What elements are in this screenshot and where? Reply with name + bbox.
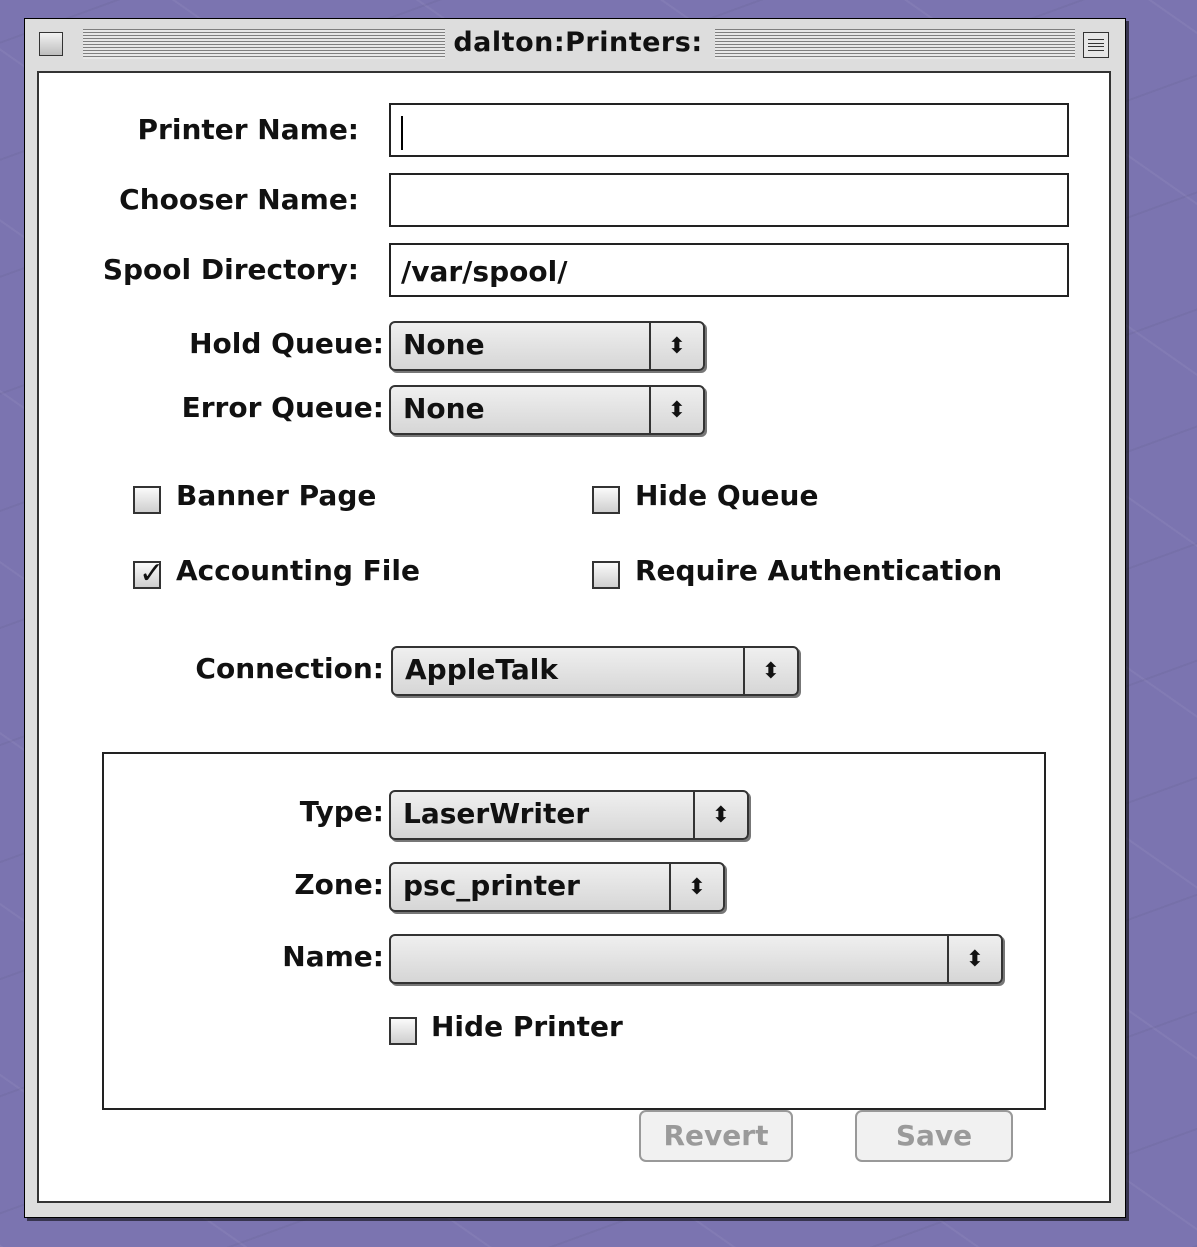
window-content: Printer Name: Chooser Name: Spool Direct… xyxy=(37,71,1111,1203)
appletalk-settings-group: Type: LaserWriter ⬍ Zone: psc_printer ⬍ … xyxy=(102,752,1046,1110)
accounting-file-label[interactable]: Accounting File xyxy=(176,554,420,587)
zone-value: psc_printer xyxy=(403,869,580,902)
hide-queue-label[interactable]: Hide Queue xyxy=(635,479,818,512)
up-down-arrows-icon: ⬍ xyxy=(693,792,747,838)
banner-page-label[interactable]: Banner Page xyxy=(176,479,376,512)
hold-queue-value: None xyxy=(403,328,485,361)
require-authentication-label[interactable]: Require Authentication xyxy=(635,554,1002,587)
require-authentication-checkbox[interactable] xyxy=(592,561,620,589)
printer-window: dalton:Printers: Printer Name: Chooser N… xyxy=(24,18,1126,1218)
type-value: LaserWriter xyxy=(403,797,590,830)
revert-button[interactable]: Revert xyxy=(639,1110,793,1162)
up-down-arrows-icon: ⬍ xyxy=(649,323,703,369)
accounting-file-checkbox[interactable]: ✓ xyxy=(133,557,164,591)
chooser-name-label: Chooser Name: xyxy=(119,183,359,216)
text-cursor xyxy=(401,116,403,150)
connection-popup[interactable]: AppleTalk ⬍ xyxy=(391,646,799,696)
hold-queue-label: Hold Queue: xyxy=(189,327,384,360)
title-stripes-left xyxy=(83,29,445,59)
type-label: Type: xyxy=(299,795,384,828)
collapse-box-icon[interactable] xyxy=(1083,32,1109,58)
connection-value: AppleTalk xyxy=(405,653,558,686)
title-stripes-right xyxy=(715,29,1075,59)
up-down-arrows-icon: ⬍ xyxy=(743,648,797,694)
printer-name-field[interactable] xyxy=(389,103,1069,157)
close-box-icon[interactable] xyxy=(39,32,63,56)
spool-directory-value: /var/spool/ xyxy=(401,255,568,288)
save-button[interactable]: Save xyxy=(855,1110,1013,1162)
hide-printer-label[interactable]: Hide Printer xyxy=(431,1010,623,1043)
zone-popup[interactable]: psc_printer ⬍ xyxy=(389,862,725,912)
title-bar[interactable]: dalton:Printers: xyxy=(25,19,1125,71)
spool-directory-label: Spool Directory: xyxy=(102,253,359,286)
printer-name-label: Printer Name: xyxy=(137,113,359,146)
window-title: dalton:Printers: xyxy=(453,27,703,58)
up-down-arrows-icon: ⬍ xyxy=(669,864,723,910)
banner-page-checkbox[interactable] xyxy=(133,486,161,514)
checkmark-icon: ✓ xyxy=(139,556,165,591)
connection-label: Connection: xyxy=(195,652,384,685)
spool-directory-field[interactable]: /var/spool/ xyxy=(389,243,1069,297)
chooser-name-field[interactable] xyxy=(389,173,1069,227)
up-down-arrows-icon: ⬍ xyxy=(649,387,703,433)
zone-label: Zone: xyxy=(294,868,384,901)
error-queue-popup[interactable]: None ⬍ xyxy=(389,385,705,435)
type-popup[interactable]: LaserWriter ⬍ xyxy=(389,790,749,840)
up-down-arrows-icon: ⬍ xyxy=(947,936,1001,982)
hold-queue-popup[interactable]: None ⬍ xyxy=(389,321,705,371)
name-label: Name: xyxy=(282,940,384,973)
name-popup[interactable]: ⬍ xyxy=(389,934,1003,984)
hide-queue-checkbox[interactable] xyxy=(592,486,620,514)
hide-printer-checkbox[interactable] xyxy=(389,1017,417,1045)
error-queue-value: None xyxy=(403,392,485,425)
error-queue-label: Error Queue: xyxy=(181,391,384,424)
